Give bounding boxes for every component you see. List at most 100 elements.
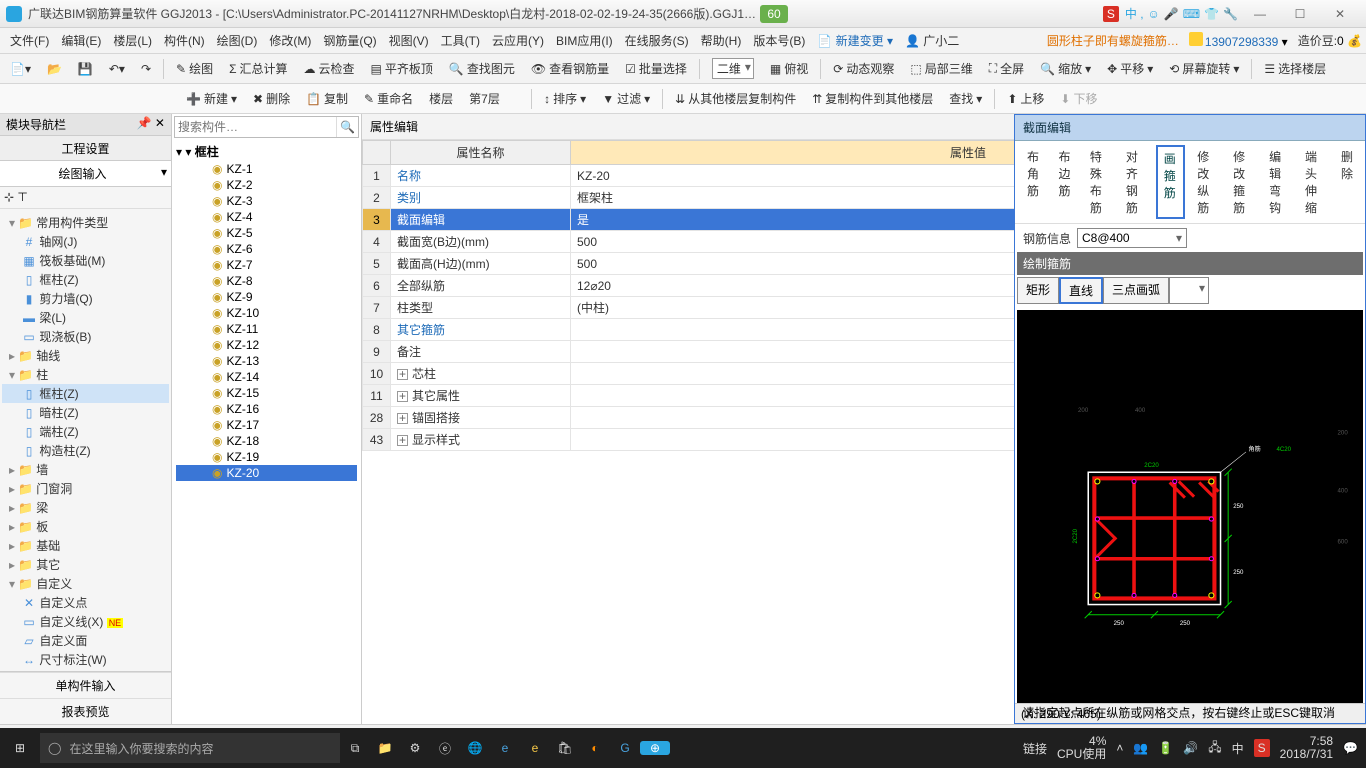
menu-component[interactable]: 构件(N) xyxy=(158,32,211,49)
align-top-button[interactable]: ▤ 平齐板顶 xyxy=(365,58,439,79)
nav-tree[interactable]: ▾📁 常用构件类型# 轴网(J)▦ 筏板基础(M)▯ 框柱(Z)▮ 剪力墙(Q)… xyxy=(0,209,171,671)
sogou-ime-icon[interactable]: S xyxy=(1103,6,1119,22)
search-input[interactable] xyxy=(175,117,336,137)
select-floor-button[interactable]: ☰ 选择楼层 xyxy=(1258,58,1332,79)
nav-node[interactable]: ▸📁 轴线 xyxy=(2,346,169,365)
single-input-button[interactable]: 单构件输入 xyxy=(0,672,171,698)
view-rebar-button[interactable]: 👁 查看钢筋量 xyxy=(525,58,615,79)
nav-node[interactable]: ▸📁 梁 xyxy=(2,498,169,517)
list-item[interactable]: ◉KZ-11 xyxy=(176,321,357,337)
menu-view[interactable]: 视图(V) xyxy=(383,32,435,49)
nav-tab-settings[interactable]: 工程设置 xyxy=(0,135,172,162)
menu-help[interactable]: 帮助(H) xyxy=(695,32,748,49)
section-tab[interactable]: 布边筋 xyxy=(1052,145,1077,219)
nav-node[interactable]: ▸📁 墙 xyxy=(2,460,169,479)
menu-tool[interactable]: 工具(T) xyxy=(435,32,486,49)
zoom-button[interactable]: 🔍 缩放 ▾ xyxy=(1034,58,1097,79)
component-list[interactable]: ▾ ▾ 框柱◉KZ-1◉KZ-2◉KZ-3◉KZ-4◉KZ-5◉KZ-6◉KZ-… xyxy=(172,140,361,724)
nav-node[interactable]: ▸📁 板 xyxy=(2,517,169,536)
notifications-icon[interactable]: 💬 xyxy=(1343,741,1358,755)
nav-node[interactable]: ▸📁 门窗洞 xyxy=(2,479,169,498)
nav-node[interactable]: ▯ 框柱(Z) xyxy=(2,270,169,289)
nav-node[interactable]: ▯ 构造柱(Z) xyxy=(2,441,169,460)
draw-button[interactable]: ✎ 绘图 xyxy=(170,58,219,79)
close-button[interactable]: ✕ xyxy=(1320,7,1360,21)
nav-node[interactable]: ▸📁 基础 xyxy=(2,536,169,555)
undo-button[interactable]: ↶▾ xyxy=(103,60,131,78)
section-tab[interactable]: 修改箍筋 xyxy=(1227,145,1257,219)
new-comp-button[interactable]: ➕ 新建 ▾ xyxy=(180,88,243,109)
tray-battery-icon[interactable]: 🔋 xyxy=(1158,741,1173,755)
taskbar-search[interactable]: ◯ 在这里输入你要搜索的内容 xyxy=(40,733,340,763)
list-item[interactable]: ◉KZ-16 xyxy=(176,401,357,417)
list-item[interactable]: ◉KZ-9 xyxy=(176,289,357,305)
redo-button[interactable]: ↷ xyxy=(135,60,157,78)
section-tab[interactable]: 删除 xyxy=(1335,145,1359,219)
list-item[interactable]: ◉KZ-5 xyxy=(176,225,357,241)
nav-node[interactable]: ▯ 暗柱(Z) xyxy=(2,403,169,422)
tray-vol-icon[interactable]: 🔊 xyxy=(1183,741,1198,755)
copy-to-floor-button[interactable]: ⇈ 复制构件到其他楼层 xyxy=(806,88,939,109)
draw-mode-btn[interactable]: 直线 xyxy=(1059,277,1103,304)
list-item[interactable]: ◉KZ-1 xyxy=(176,161,357,177)
menu-draw[interactable]: 绘图(D) xyxy=(211,32,264,49)
clock[interactable]: 7:582018/7/31 xyxy=(1280,735,1333,761)
nav-node[interactable]: ▾📁 自定义 xyxy=(2,574,169,593)
nav-node[interactable]: ▭ 自定义线(X) NE xyxy=(2,612,169,631)
link-label[interactable]: 链接 xyxy=(1023,740,1047,757)
nav-node[interactable]: # 轴网(J) xyxy=(2,232,169,251)
nav-pin-icon[interactable]: 📌 ✕ xyxy=(137,116,165,133)
store-icon[interactable]: 🛍 xyxy=(550,741,580,755)
task-view-icon[interactable]: ⧉ xyxy=(340,741,370,756)
delete-comp-button[interactable]: ✖ 删除 xyxy=(247,88,296,109)
uc-icon[interactable]: ◐ xyxy=(580,741,610,755)
list-item[interactable]: ◉KZ-19 xyxy=(176,449,357,465)
tray-net-icon[interactable]: 🖧 xyxy=(1208,738,1221,759)
menu-floor[interactable]: 楼层(L) xyxy=(107,32,158,49)
section-tab[interactable]: 编辑弯钩 xyxy=(1263,145,1293,219)
section-tab[interactable]: 布角筋 xyxy=(1021,145,1046,219)
rename-button[interactable]: ✎ 重命名 xyxy=(358,88,419,109)
menu-version[interactable]: 版本号(B) xyxy=(747,32,811,49)
local-3d-button[interactable]: ⬚ 局部三维 xyxy=(904,58,978,79)
tray-sogou-icon[interactable]: S xyxy=(1254,739,1270,757)
fullscreen-button[interactable]: ⛶ 全屏 xyxy=(983,58,1030,79)
folder-icon[interactable]: 📁 xyxy=(370,741,400,755)
filter-button[interactable]: ▼ 过滤 ▾ xyxy=(596,88,656,109)
user-label[interactable]: 👤 广小二 xyxy=(899,32,965,49)
nav-node[interactable]: ↔ 尺寸标注(W) xyxy=(2,650,169,669)
nav-node[interactable]: ▮ 剪力墙(Q) xyxy=(2,289,169,308)
list-item[interactable]: ◉KZ-7 xyxy=(176,257,357,273)
minimize-button[interactable]: — xyxy=(1240,7,1280,21)
cloud-check-button[interactable]: ☁ 云检查 xyxy=(298,58,361,79)
new-change-link[interactable]: 📄 新建变更 ▾ xyxy=(811,32,899,49)
open-button[interactable]: 📂 xyxy=(41,60,68,78)
copy-comp-button[interactable]: 📋 复制 xyxy=(300,88,354,109)
nav-node[interactable]: ▬ 梁(L) xyxy=(2,308,169,327)
list-item[interactable]: ◉KZ-4 xyxy=(176,209,357,225)
list-item[interactable]: ◉KZ-12 xyxy=(176,337,357,353)
move-up-button[interactable]: ⬆ 上移 xyxy=(1001,88,1050,109)
nav-node[interactable]: ▾📁 柱 xyxy=(2,365,169,384)
section-tab[interactable]: 特殊布筋 xyxy=(1084,145,1114,219)
list-item[interactable]: ◉KZ-6 xyxy=(176,241,357,257)
nav-node[interactable]: ▯ 端柱(Z) xyxy=(2,422,169,441)
list-item[interactable]: ◉KZ-8 xyxy=(176,273,357,289)
section-tabs[interactable]: 布角筋布边筋特殊布筋对齐钢筋画箍筋修改纵筋修改箍筋编辑弯钩端头伸缩删除 xyxy=(1015,141,1365,224)
pan-button[interactable]: ✥ 平移 ▾ xyxy=(1101,58,1159,79)
nav-tab-draw[interactable]: 绘图输入 ▾ xyxy=(0,160,172,187)
new-file-button[interactable]: 📄▾ xyxy=(4,60,37,78)
menu-cloud[interactable]: 云应用(Y) xyxy=(486,32,550,49)
section-tab[interactable]: 端头伸缩 xyxy=(1299,145,1329,219)
ime-toolbar[interactable]: 中 ,☺🎤⌨👕🔧 xyxy=(1123,5,1240,22)
menu-bim[interactable]: BIM应用(I) xyxy=(550,32,619,49)
notice-link[interactable]: 圆形柱子即有螺旋箍筋… xyxy=(1047,32,1179,49)
move-down-button[interactable]: ⬇ 下移 xyxy=(1054,88,1103,109)
draw-mode-btn[interactable]: 三点画弧 xyxy=(1103,277,1169,304)
list-item[interactable]: ◉KZ-20 xyxy=(176,465,357,481)
list-item[interactable]: ◉KZ-2 xyxy=(176,177,357,193)
maximize-button[interactable]: ☐ xyxy=(1280,7,1320,21)
search-icon[interactable]: 🔍 xyxy=(336,117,358,137)
menu-online[interactable]: 在线服务(S) xyxy=(619,32,695,49)
tray-up-icon[interactable]: ˄ xyxy=(1116,741,1123,755)
